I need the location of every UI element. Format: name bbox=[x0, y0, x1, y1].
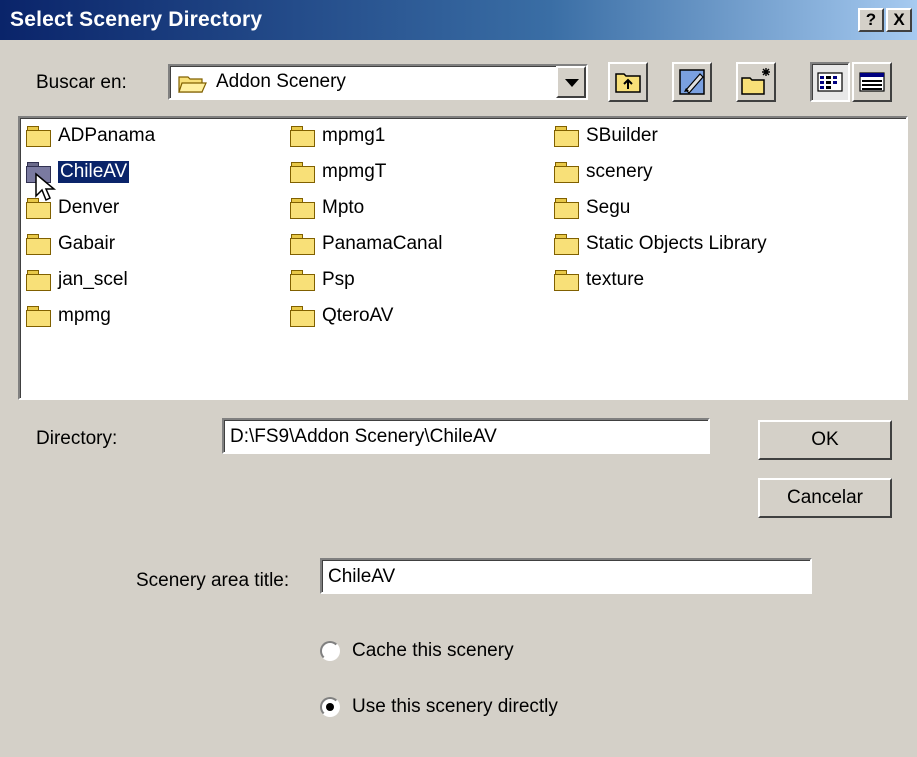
lookin-label: Buscar en: bbox=[36, 72, 127, 94]
folder-item[interactable]: QteroAV bbox=[290, 302, 393, 330]
cache-radio[interactable] bbox=[320, 641, 340, 661]
edit-icon bbox=[679, 69, 705, 95]
up-folder-icon bbox=[615, 73, 641, 93]
ok-button[interactable]: OK bbox=[758, 420, 892, 460]
up-folder-button[interactable] bbox=[608, 62, 648, 102]
lookin-label-text: Buscar en: bbox=[36, 72, 127, 93]
new-folder-icon bbox=[741, 68, 770, 95]
folder-icon bbox=[554, 234, 580, 255]
folder-name: ChileAV bbox=[56, 160, 131, 184]
use-option-label[interactable]: Use this scenery directly bbox=[352, 696, 558, 718]
folder-icon bbox=[26, 126, 52, 147]
scenery-title-label: Scenery area title: bbox=[136, 570, 290, 591]
folder-name: Static Objects Library bbox=[586, 233, 767, 254]
open-folder-icon bbox=[178, 74, 208, 100]
folder-item[interactable]: jan_scel bbox=[26, 266, 128, 294]
cancel-button[interactable]: Cancelar bbox=[758, 478, 892, 518]
folder-name: mpmgT bbox=[322, 161, 387, 182]
folder-name: Psp bbox=[322, 269, 355, 290]
folder-icon bbox=[26, 306, 52, 327]
folder-name: Denver bbox=[58, 197, 120, 218]
folder-item[interactable]: ADPanama bbox=[26, 122, 155, 150]
folder-icon bbox=[290, 126, 316, 147]
scenery-title-field[interactable]: ChileAV bbox=[320, 558, 812, 594]
list-view-icon bbox=[817, 72, 843, 92]
list-view-button[interactable] bbox=[810, 62, 850, 102]
folder-icon bbox=[290, 306, 316, 327]
directory-field[interactable]: D:\FS9\Addon Scenery\ChileAV bbox=[222, 418, 710, 454]
folder-item[interactable]: Segu bbox=[554, 194, 630, 222]
folder-name: mpmg1 bbox=[322, 125, 386, 146]
directory-value: D:\FS9\Addon Scenery\ChileAV bbox=[230, 426, 497, 447]
folder-item[interactable]: mpmg bbox=[26, 302, 111, 330]
details-view-icon bbox=[859, 72, 885, 92]
folder-name: texture bbox=[586, 269, 645, 290]
title-bar[interactable]: Select Scenery Directory ? X bbox=[0, 0, 917, 40]
folder-icon bbox=[554, 198, 580, 219]
folder-icon bbox=[290, 234, 316, 255]
folder-name: Mpto bbox=[322, 197, 365, 218]
new-folder-button[interactable] bbox=[736, 62, 776, 102]
folder-name: Gabair bbox=[58, 233, 116, 254]
folder-name: mpmg bbox=[58, 305, 111, 326]
folder-name: jan_scel bbox=[58, 269, 128, 290]
folder-name: QteroAV bbox=[322, 305, 394, 326]
folder-icon bbox=[290, 198, 316, 219]
folder-name: scenery bbox=[586, 161, 653, 182]
folder-item[interactable]: mpmg1 bbox=[290, 122, 385, 150]
folder-name: ADPanama bbox=[58, 125, 156, 146]
folder-item[interactable]: texture bbox=[554, 266, 644, 294]
folder-item[interactable]: scenery bbox=[554, 158, 653, 186]
cache-option-label[interactable]: Cache this scenery bbox=[352, 640, 514, 662]
lookin-combo[interactable]: Addon Scenery bbox=[168, 64, 588, 100]
folder-list[interactable]: ADPanama ChileAV Denver Gabair jan_scelmpmg m… bbox=[18, 116, 908, 400]
folder-item[interactable]: SBuilder bbox=[554, 122, 658, 150]
mouse-cursor-icon bbox=[35, 172, 57, 202]
radio-selected-dot bbox=[326, 703, 334, 711]
folder-icon bbox=[554, 126, 580, 147]
window-title: Select Scenery Directory bbox=[10, 8, 263, 31]
close-button[interactable]: X bbox=[886, 8, 912, 32]
folder-icon bbox=[554, 270, 580, 291]
lookin-value: Addon Scenery bbox=[216, 71, 346, 92]
folder-item[interactable]: Mpto bbox=[290, 194, 364, 222]
use-radio[interactable] bbox=[320, 697, 340, 717]
folder-item[interactable]: PanamaCanal bbox=[290, 230, 442, 258]
directory-label: Directory: bbox=[36, 428, 118, 449]
folder-icon bbox=[290, 270, 316, 291]
details-view-button[interactable] bbox=[852, 62, 892, 102]
folder-icon bbox=[290, 162, 316, 183]
help-button[interactable]: ? bbox=[858, 8, 884, 32]
folder-icon bbox=[26, 234, 52, 255]
desktop-button[interactable] bbox=[672, 62, 712, 102]
folder-item[interactable]: Psp bbox=[290, 266, 355, 294]
scenery-title-value: ChileAV bbox=[328, 566, 396, 587]
folder-name: PanamaCanal bbox=[322, 233, 443, 254]
folder-icon bbox=[554, 162, 580, 183]
chevron-down-icon bbox=[565, 79, 579, 87]
folder-icon bbox=[26, 270, 52, 291]
lookin-dropdown-button[interactable] bbox=[556, 66, 586, 98]
folder-item[interactable]: mpmgT bbox=[290, 158, 386, 186]
folder-item[interactable]: Gabair bbox=[26, 230, 115, 258]
folder-name: SBuilder bbox=[586, 125, 658, 146]
folder-item[interactable]: Static Objects Library bbox=[554, 230, 767, 258]
folder-name: Segu bbox=[586, 197, 631, 218]
